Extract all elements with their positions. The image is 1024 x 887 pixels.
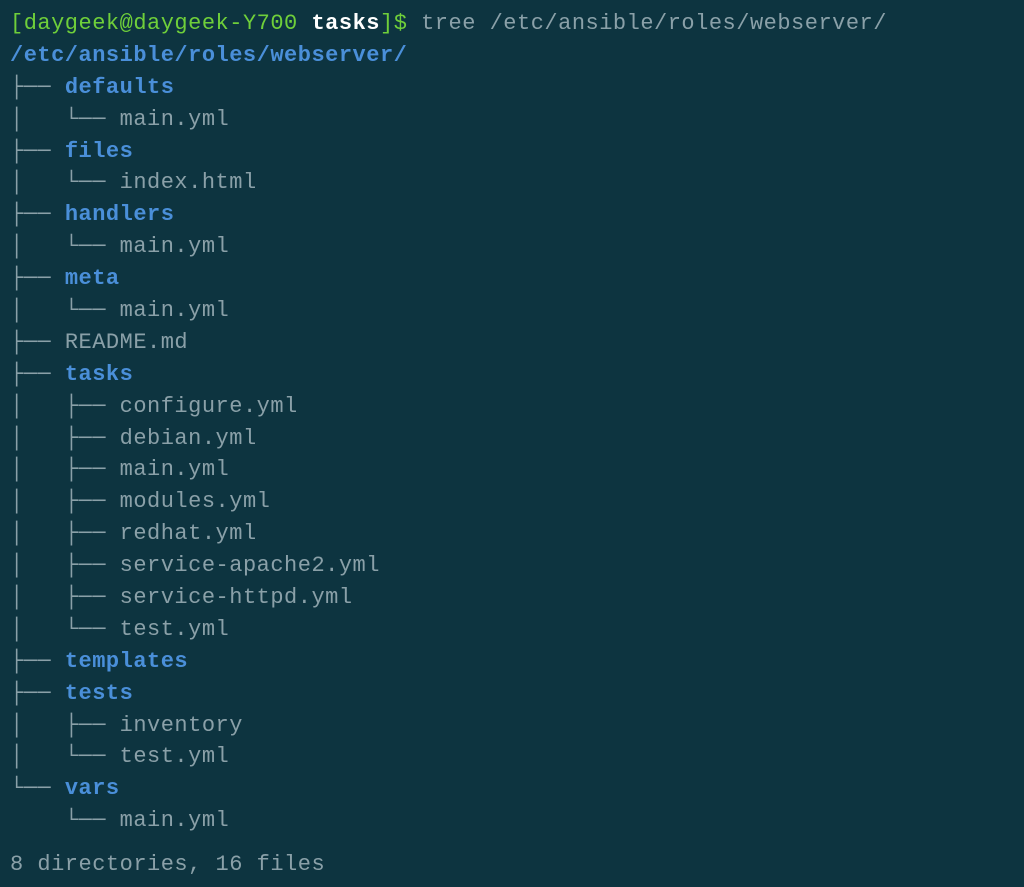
tree-file: README.md — [65, 330, 188, 355]
tree-line: │ └── index.html — [10, 167, 1014, 199]
tree-branch: ├── — [10, 330, 65, 355]
tree-dir: files — [65, 139, 134, 164]
tree-file: configure.yml — [120, 394, 298, 419]
tree-dir: vars — [65, 776, 120, 801]
tree-line: │ ├── debian.yml — [10, 423, 1014, 455]
tree-line: ├── handlers — [10, 199, 1014, 231]
prompt-dollar: $ — [394, 11, 408, 36]
tree-branch: │ ├── — [10, 585, 120, 610]
prompt-user: daygeek — [24, 11, 120, 36]
tree-line: │ ├── inventory — [10, 710, 1014, 742]
tree-dir: handlers — [65, 202, 175, 227]
tree-branch: │ └── — [10, 617, 120, 642]
tree-branch: ├── — [10, 649, 65, 674]
tree-branch: │ └── — [10, 170, 120, 195]
tree-line: ├── tests — [10, 678, 1014, 710]
tree-branch: │ ├── — [10, 489, 120, 514]
path-heading: /etc/ansible/roles/webserver/ — [10, 40, 1014, 72]
tree-output: ├── defaults│ └── main.yml├── files│ └──… — [10, 72, 1014, 837]
tree-file: inventory — [120, 713, 243, 738]
tree-line: ├── meta — [10, 263, 1014, 295]
tree-branch: │ ├── — [10, 521, 120, 546]
tree-line: │ ├── configure.yml — [10, 391, 1014, 423]
tree-branch: ├── — [10, 75, 65, 100]
tree-file: main.yml — [120, 808, 230, 833]
tree-branch: └── — [10, 776, 65, 801]
tree-branch: │ ├── — [10, 426, 120, 451]
tree-branch: └── — [10, 808, 120, 833]
terminal-prompt-line: [daygeek@daygeek-Y700 tasks]$ tree /etc/… — [10, 8, 1014, 40]
tree-file: test.yml — [120, 617, 230, 642]
tree-branch: │ └── — [10, 744, 120, 769]
tree-line: │ └── main.yml — [10, 295, 1014, 327]
tree-line: │ └── main.yml — [10, 231, 1014, 263]
prompt-close-bracket: ] — [380, 11, 394, 36]
tree-file: debian.yml — [120, 426, 257, 451]
tree-line: └── vars — [10, 773, 1014, 805]
tree-branch: │ └── — [10, 107, 120, 132]
tree-line: │ ├── service-httpd.yml — [10, 582, 1014, 614]
tree-line: ├── defaults — [10, 72, 1014, 104]
tree-line: │ └── test.yml — [10, 614, 1014, 646]
tree-line: │ └── test.yml — [10, 741, 1014, 773]
tree-line: │ ├── redhat.yml — [10, 518, 1014, 550]
tree-branch: │ ├── — [10, 713, 120, 738]
tree-branch: │ └── — [10, 298, 120, 323]
tree-dir: defaults — [65, 75, 175, 100]
tree-line: │ ├── service-apache2.yml — [10, 550, 1014, 582]
tree-dir: tests — [65, 681, 134, 706]
tree-branch: │ └── — [10, 234, 120, 259]
tree-branch: │ ├── — [10, 553, 120, 578]
prompt-sep — [298, 11, 312, 36]
tree-line: ├── README.md — [10, 327, 1014, 359]
prompt-open-bracket: [ — [10, 11, 24, 36]
tree-branch: ├── — [10, 202, 65, 227]
tree-file: main.yml — [120, 457, 230, 482]
prompt-host: daygeek-Y700 — [133, 11, 297, 36]
tree-line: ├── templates — [10, 646, 1014, 678]
prompt-at: @ — [120, 11, 134, 36]
tree-dir: templates — [65, 649, 188, 674]
tree-line: │ ├── main.yml — [10, 454, 1014, 486]
tree-file: main.yml — [120, 234, 230, 259]
command-text[interactable]: tree /etc/ansible/roles/webserver/ — [407, 11, 887, 36]
tree-branch: ├── — [10, 362, 65, 387]
tree-line: ├── files — [10, 136, 1014, 168]
tree-branch: ├── — [10, 681, 65, 706]
tree-branch: │ ├── — [10, 457, 120, 482]
tree-file: index.html — [120, 170, 257, 195]
tree-file: test.yml — [120, 744, 230, 769]
tree-branch: ├── — [10, 139, 65, 164]
tree-dir: meta — [65, 266, 120, 291]
tree-file: service-httpd.yml — [120, 585, 353, 610]
tree-line: └── main.yml — [10, 805, 1014, 837]
tree-file: service-apache2.yml — [120, 553, 380, 578]
tree-file: main.yml — [120, 298, 230, 323]
tree-file: main.yml — [120, 107, 230, 132]
summary-line: 8 directories, 16 files — [10, 849, 1014, 881]
tree-line: ├── tasks — [10, 359, 1014, 391]
tree-branch: │ ├── — [10, 394, 120, 419]
tree-file: modules.yml — [120, 489, 271, 514]
tree-file: redhat.yml — [120, 521, 257, 546]
tree-line: │ ├── modules.yml — [10, 486, 1014, 518]
prompt-cwd: tasks — [311, 11, 380, 36]
tree-line: │ └── main.yml — [10, 104, 1014, 136]
tree-branch: ├── — [10, 266, 65, 291]
tree-dir: tasks — [65, 362, 134, 387]
